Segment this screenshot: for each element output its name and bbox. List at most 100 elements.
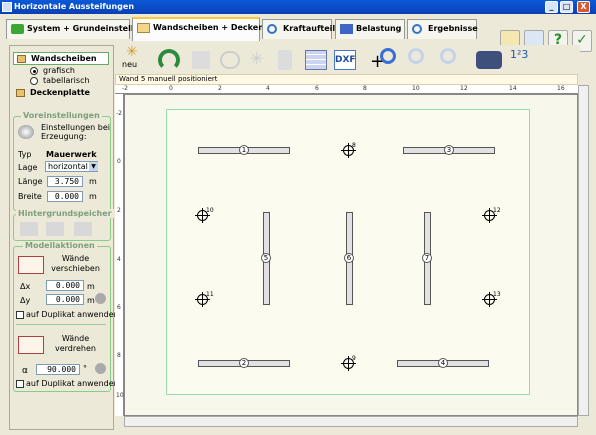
ruler-tick: 12: [460, 85, 468, 92]
alpha-unit: °: [83, 364, 87, 373]
ruler-tick: -2: [116, 110, 122, 117]
dy-label: Δy: [20, 296, 31, 305]
duplicate-move-checkbox[interactable]: [16, 311, 24, 319]
preset-title: Voreinstellungen: [21, 111, 102, 120]
house-icon: [11, 24, 24, 34]
memory-store-button[interactable]: [20, 222, 38, 236]
table-radio[interactable]: [30, 77, 38, 85]
ruler-tick: 0: [117, 158, 121, 165]
ruler-tick: 8: [363, 85, 367, 92]
ruler-tick: 0: [169, 85, 173, 92]
tab-loading[interactable]: Belastung: [335, 19, 405, 39]
zoom-fit-icon[interactable]: [440, 48, 456, 64]
ruler-tick: 6: [117, 304, 121, 311]
memory-title: Hintergrundspeicher: [16, 209, 114, 218]
duplicate-rotate-checkbox[interactable]: [16, 380, 24, 388]
list-icon[interactable]: [220, 51, 240, 69]
zoom-out-icon[interactable]: [408, 48, 424, 64]
close-button[interactable]: X: [577, 1, 590, 13]
tab-system[interactable]: System + Grundeinstellungen: [6, 19, 162, 39]
ruler-tick: 2: [117, 207, 121, 214]
apply-move-button[interactable]: [95, 293, 106, 304]
ruler-tick: 10: [116, 392, 124, 399]
tab-force-distribution[interactable]: Kraftaufteilung: [262, 19, 352, 39]
maximize-button[interactable]: □: [560, 1, 573, 13]
wall-number: 2: [239, 358, 249, 368]
dxf-button[interactable]: DXF: [334, 50, 356, 70]
results-icon: [412, 24, 422, 34]
alpha-input[interactable]: 90.000: [36, 364, 80, 375]
title-bar: Horizontale Aussteifungen _ □ X: [0, 0, 596, 14]
duplicate-move-label: auf Duplikat anwenden: [26, 310, 119, 319]
camera-icon[interactable]: [476, 51, 502, 69]
vertical-scrollbar[interactable]: [578, 85, 589, 416]
point-label: 10: [206, 207, 214, 214]
table-label: tabellarisch: [43, 76, 90, 85]
chevron-down-icon[interactable]: ▼: [89, 162, 98, 171]
settings-gear-icon: [18, 125, 34, 139]
ruler-tick: 10: [412, 85, 420, 92]
new-label: neu: [122, 60, 138, 69]
delete-icon[interactable]: [278, 50, 292, 70]
ruler-tick: 8: [117, 352, 121, 359]
width-label: Breite: [18, 192, 42, 201]
point-label: 12: [493, 207, 501, 214]
alpha-label: α: [22, 366, 28, 376]
graphic-label: grafisch: [43, 66, 75, 75]
ruler-tick: 2: [218, 85, 222, 92]
walls-icon: [17, 55, 26, 63]
zoom-in-icon[interactable]: [380, 48, 396, 64]
horizontal-scrollbar[interactable]: [124, 416, 578, 427]
ruler-tick: 16: [557, 85, 565, 92]
nav-walls: Wandscheiben: [31, 54, 97, 63]
actions-title: Modellaktionen: [23, 241, 97, 250]
point-label: 8: [352, 142, 356, 149]
width-input[interactable]: 0.000: [47, 191, 83, 202]
wall-number: 6: [344, 253, 354, 263]
window-title: Horizontale Aussteifungen: [14, 2, 135, 11]
type-value: Mauerwerk: [46, 150, 97, 159]
new-button[interactable]: ✳ neu: [120, 44, 148, 73]
edit-icon[interactable]: [192, 51, 210, 69]
tab-walls-slab[interactable]: Wandscheiben + Deckenplatte: [132, 17, 291, 41]
table-icon[interactable]: [305, 50, 327, 70]
walls-icon: [137, 23, 150, 33]
memory-restore-button[interactable]: [46, 222, 64, 236]
minimize-button[interactable]: _: [545, 1, 558, 13]
ruler-tick: 4: [266, 85, 270, 92]
type-label: Typ: [18, 150, 32, 159]
renumber-icon[interactable]: 1²3: [510, 48, 536, 72]
length-input[interactable]: 3.750: [47, 176, 83, 187]
rotate-walls-icon[interactable]: [18, 336, 44, 354]
dy-unit: m: [87, 296, 95, 305]
slab-icon: [16, 89, 25, 97]
ruler-left: -2 0 2 4 6 8 10: [115, 94, 124, 416]
wall-number: 1: [239, 145, 249, 155]
load-icon: [267, 24, 277, 34]
memory-swap-button[interactable]: [74, 222, 92, 236]
apply-rotate-button[interactable]: [95, 363, 106, 374]
undo-icon[interactable]: [158, 49, 180, 71]
width-unit: m: [89, 192, 97, 201]
length-unit: m: [89, 177, 97, 186]
point-label: 11: [206, 291, 214, 298]
dx-label: Δx: [20, 282, 31, 291]
tab-results[interactable]: Ergebnisse: [407, 19, 478, 39]
position-label: Lage: [18, 163, 38, 172]
graphic-radio[interactable]: [30, 67, 38, 75]
wall-number: 5: [261, 253, 271, 263]
wall-number: 3: [444, 145, 454, 155]
wall-number: 7: [422, 253, 432, 263]
move-walls-icon[interactable]: [18, 256, 44, 274]
duplicate-rotate-label: auf Duplikat anwenden: [26, 379, 119, 388]
starburst-icon: ✳: [126, 44, 138, 60]
status-bar: Wand 5 manuell positioniert: [115, 74, 578, 85]
left-panel: Wandscheiben grafisch tabellarisch Decke…: [9, 45, 119, 430]
dy-input[interactable]: 0.000: [46, 294, 84, 305]
dx-input[interactable]: 0.000: [46, 280, 84, 291]
spark-icon[interactable]: ✳: [250, 49, 263, 68]
nav-slab[interactable]: Deckenplatte: [30, 88, 90, 97]
walls-selected-box[interactable]: Wandscheiben: [13, 52, 109, 65]
length-label: Länge: [18, 177, 43, 186]
move-walls-label: Wände verschieben: [51, 254, 100, 273]
